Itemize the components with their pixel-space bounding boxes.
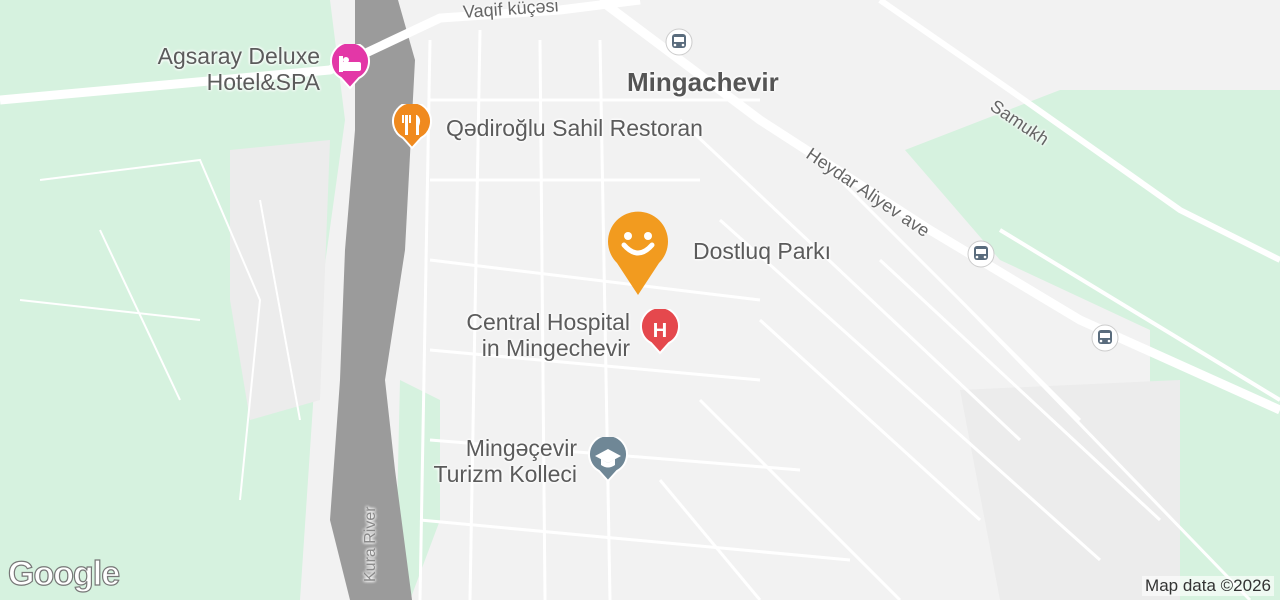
- map-attribution[interactable]: Map data ©2026: [1142, 576, 1274, 596]
- graduation-cap-icon[interactable]: [585, 437, 631, 483]
- selected-place-marker-icon[interactable]: [605, 211, 671, 297]
- map-canvas[interactable]: Vaqif küçəsi Samukh Heydar Aliyev ave Ku…: [0, 0, 1280, 600]
- poi-hotel-label-line2: Hotel&SPA: [206, 69, 320, 95]
- svg-text:H: H: [653, 320, 667, 342]
- poi-hotel-label-line1: Agsaray Deluxe: [157, 43, 320, 69]
- bed-icon[interactable]: [327, 44, 373, 90]
- poi-college-label-line2: Turizm Kolleci: [433, 461, 577, 487]
- river-label: Kura River: [362, 506, 379, 582]
- hospital-h-icon[interactable]: H: [637, 309, 683, 355]
- bus-stop-icon[interactable]: [1091, 324, 1119, 352]
- city-label: Mingachevir: [627, 67, 779, 97]
- bus-stop-icon[interactable]: [967, 240, 995, 268]
- poi-hospital-label-line1: Central Hospital: [466, 309, 630, 335]
- fork-knife-icon[interactable]: [389, 104, 435, 150]
- google-logo: Google: [7, 554, 120, 593]
- poi-park-label: Dostluq Parkı: [693, 238, 832, 264]
- poi-restaurant-label: Qədiroğlu Sahil Restoran: [446, 115, 703, 141]
- poi-hospital-label-line2: in Mingechevir: [481, 335, 630, 361]
- bus-stop-icon[interactable]: [665, 28, 693, 56]
- poi-college-label-line1: Mingəçevir: [465, 435, 577, 461]
